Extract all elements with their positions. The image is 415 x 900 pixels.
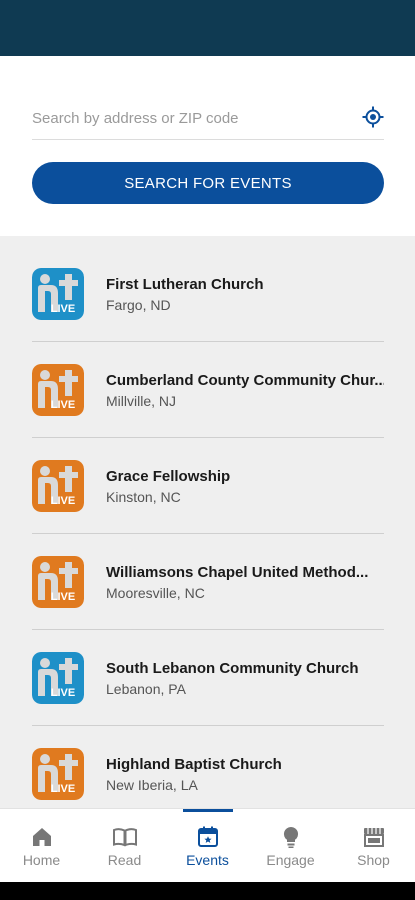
- nav-home-label: Home: [22, 852, 61, 868]
- calendar-icon: [196, 825, 220, 849]
- event-location: New Iberia, LA: [106, 777, 198, 793]
- event-name: First Lutheran Church: [106, 276, 264, 293]
- nav-read[interactable]: Read: [83, 809, 166, 883]
- event-name: Grace Fellowship: [106, 468, 231, 485]
- event-location: Kinston, NC: [106, 489, 181, 505]
- event-list-item[interactable]: LIVE South Lebanon Community Church Lebano…: [32, 630, 384, 726]
- lightbulb-icon: [279, 825, 303, 849]
- event-list-item[interactable]: LIVE Grace Fellowship Kinston, NC: [32, 438, 384, 534]
- live-badge: LIVE: [51, 687, 75, 699]
- nav-shop-label: Shop: [357, 852, 390, 868]
- event-name: Williamsons Chapel United Method...: [106, 564, 369, 581]
- search-input[interactable]: [32, 104, 342, 132]
- live-badge: LIVE: [51, 783, 75, 795]
- nav-home[interactable]: Home: [0, 809, 83, 883]
- event-name: Cumberland County Community Chur...: [106, 372, 384, 389]
- system-navigation-bar: [0, 882, 415, 900]
- events-list: LIVE First Lutheran Church Fargo, ND LIVE Cu…: [32, 246, 384, 808]
- bottom-navigation: Home Read Events Engage Shop: [0, 808, 415, 882]
- search-row: [32, 96, 384, 140]
- nav-shop[interactable]: Shop: [332, 809, 415, 883]
- event-location: Fargo, ND: [106, 297, 171, 313]
- home-icon: [30, 825, 54, 849]
- live-badge: LIVE: [51, 591, 75, 603]
- event-list-item[interactable]: LIVE Cumberland County Community Chur... M…: [32, 342, 384, 438]
- church-logo-icon: LIVE: [32, 748, 84, 800]
- nav-engage[interactable]: Engage: [249, 809, 332, 883]
- event-location: Lebanon, PA: [106, 681, 186, 697]
- event-list-item[interactable]: LIVE Highland Baptist Church New Iberia, L…: [32, 726, 384, 808]
- event-name: Highland Baptist Church: [106, 756, 282, 773]
- search-panel: SEARCH FOR EVENTS: [0, 56, 415, 236]
- search-for-events-button[interactable]: SEARCH FOR EVENTS: [32, 162, 384, 204]
- live-badge: LIVE: [51, 399, 75, 411]
- book-icon: [113, 825, 137, 849]
- store-icon: [362, 825, 386, 849]
- live-badge: LIVE: [51, 495, 75, 507]
- event-location: Mooresville, NC: [106, 585, 205, 601]
- church-logo-icon: LIVE: [32, 556, 84, 608]
- church-logo-icon: LIVE: [32, 364, 84, 416]
- church-logo-icon: LIVE: [32, 652, 84, 704]
- nav-read-label: Read: [107, 852, 142, 868]
- event-location: Millville, NJ: [106, 393, 176, 409]
- event-list-item[interactable]: LIVE First Lutheran Church Fargo, ND: [32, 246, 384, 342]
- event-list-item[interactable]: LIVE Williamsons Chapel United Method... M…: [32, 534, 384, 630]
- app-header-bar: [0, 0, 415, 56]
- church-logo-icon: LIVE: [32, 268, 84, 320]
- my-location-icon[interactable]: [362, 106, 384, 128]
- nav-events-label: Events: [186, 852, 229, 868]
- events-list-area: LIVE First Lutheran Church Fargo, ND LIVE Cu…: [0, 236, 415, 808]
- nav-events[interactable]: Events: [166, 809, 249, 883]
- nav-engage-label: Engage: [266, 852, 315, 868]
- live-badge: LIVE: [51, 303, 75, 315]
- church-logo-icon: LIVE: [32, 460, 84, 512]
- event-name: South Lebanon Community Church: [106, 660, 359, 677]
